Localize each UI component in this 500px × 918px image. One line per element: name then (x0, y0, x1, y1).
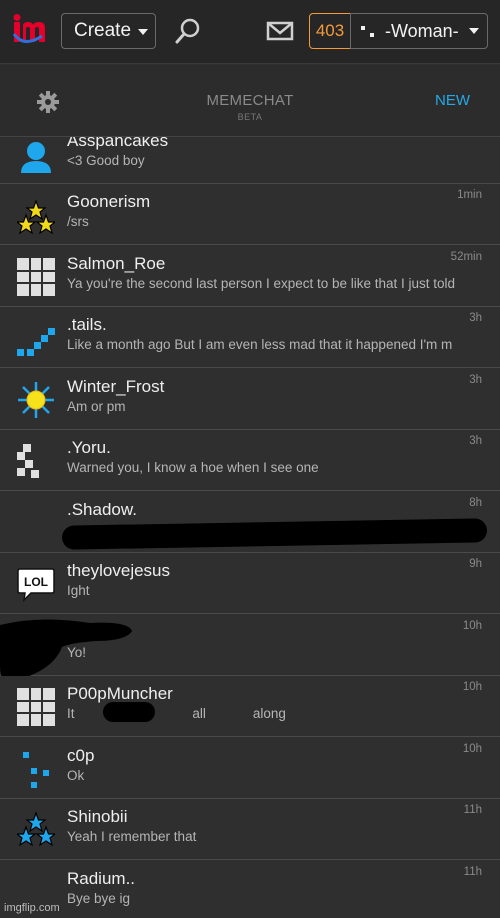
chat-time: 3h (469, 435, 482, 447)
chat-name: c0p (67, 746, 95, 765)
chat-preview: <3 Good boy (67, 153, 145, 168)
memechat-title: MEMECHAT (206, 92, 294, 109)
chat-time: 9h (469, 558, 482, 570)
chevron-down-icon (468, 28, 479, 34)
new-chat-button[interactable]: NEW (435, 92, 470, 109)
chat-preview: Ight (67, 583, 90, 598)
user-menu-button[interactable]: -Woman- (350, 13, 488, 49)
mail-icon[interactable] (266, 20, 294, 42)
user-avatar-icon (361, 24, 375, 38)
chevron-down-icon (138, 29, 149, 35)
sun-icon (18, 382, 54, 418)
chat-preview: /srs (67, 214, 89, 229)
pixel-grid-icon (17, 688, 55, 726)
chat-row[interactable]: .Yoru. Warned you, I know a hoe when I s… (0, 430, 500, 491)
chat-name: .Yoru. (67, 438, 111, 457)
beta-label: BETA (237, 112, 263, 122)
chat-time: 3h (469, 374, 482, 386)
redaction-mark (61, 518, 488, 550)
chat-time: 10h (462, 620, 482, 632)
pixel-grid-icon (17, 258, 55, 296)
pixel-zigzag-icon (17, 444, 39, 478)
pixel-stairs-icon (17, 328, 55, 356)
chat-row[interactable]: Shinobii Yeah I remember that 11h (0, 799, 500, 860)
chat-time: now (461, 137, 482, 140)
chat-row[interactable]: LOL theylovejesus Ight 9h (0, 553, 500, 614)
chat-name: theylovejesus (67, 561, 171, 580)
chat-name: .tails. (67, 315, 107, 334)
chat-row[interactable]: Winter_Frost Am or pm 3h (0, 369, 500, 430)
chat-preview: Am or pm (67, 399, 126, 414)
chat-row[interactable]: Yo! 10h (0, 615, 500, 685)
blue-stars-icon (17, 811, 55, 847)
create-label: Create (74, 20, 132, 41)
chat-time: 10h (462, 743, 482, 755)
svg-text:LOL: LOL (24, 575, 48, 589)
lol-bubble-icon: LOL (17, 568, 55, 603)
watermark: imgflip.com (4, 902, 60, 914)
chat-name: Winter_Frost (67, 377, 165, 396)
chat-row[interactable]: P00pMuncher It was all along 10h (0, 676, 500, 737)
chat-preview: Warned you, I know a hoe when I see one (67, 460, 319, 475)
chat-preview: Ok (67, 768, 85, 783)
chat-row[interactable]: .Shadow. 8h (0, 492, 500, 553)
chat-preview: Bye bye ig (67, 891, 131, 906)
chat-time: 1min (457, 189, 482, 201)
chat-preview: Yeah I remember that (67, 829, 197, 844)
chat-row[interactable]: c0p Ok 10h (0, 738, 500, 799)
memechat-header: MEMECHAT BETA NEW (0, 65, 500, 137)
person-icon (21, 142, 51, 173)
chat-name: Goonerism (67, 192, 151, 211)
search-icon[interactable] (174, 17, 202, 45)
redaction-mark (103, 702, 155, 722)
chat-row[interactable]: Asspancakes <3 Good boy now (0, 137, 500, 184)
username-label: -Woman- (385, 20, 459, 41)
chat-time: 8h (469, 497, 482, 509)
chat-name: Shinobii (67, 807, 128, 826)
chat-time: 10h (462, 681, 482, 693)
imgflip-logo-icon[interactable] (12, 14, 50, 48)
points-badge[interactable]: 403 (309, 13, 351, 49)
pixel-dots-icon (23, 752, 49, 788)
chat-row[interactable]: Goonerism /srs 1min (0, 184, 500, 245)
chat-name: .Shadow. (67, 500, 137, 519)
chat-row[interactable]: Radium.. Bye bye ig 11h (0, 861, 500, 918)
chat-time: 52min (450, 251, 482, 263)
chat-name: Radium.. (67, 869, 136, 888)
chat-time: 3h (469, 312, 482, 324)
create-button[interactable]: Create (61, 13, 156, 49)
chat-time: 11h (463, 804, 482, 816)
chat-time: 11h (463, 866, 482, 878)
stars-icon (17, 199, 55, 235)
chat-preview: Like a month ago But I am even less mad … (67, 337, 453, 352)
chat-name: Asspancakes (67, 137, 169, 150)
chat-list: Asspancakes <3 Good boy now Goonerism /s… (0, 137, 500, 918)
chat-name: P00pMuncher (67, 684, 173, 703)
chat-row[interactable]: Salmon_Roe Ya you're the second last per… (0, 246, 500, 307)
chat-name: Salmon_Roe (67, 254, 166, 273)
chat-row[interactable]: .tails. Like a month ago But I am even l… (0, 307, 500, 368)
top-bar: Create 403 -Woman- (0, 0, 500, 64)
chat-preview: Ya you're the second last person I expec… (67, 276, 456, 291)
